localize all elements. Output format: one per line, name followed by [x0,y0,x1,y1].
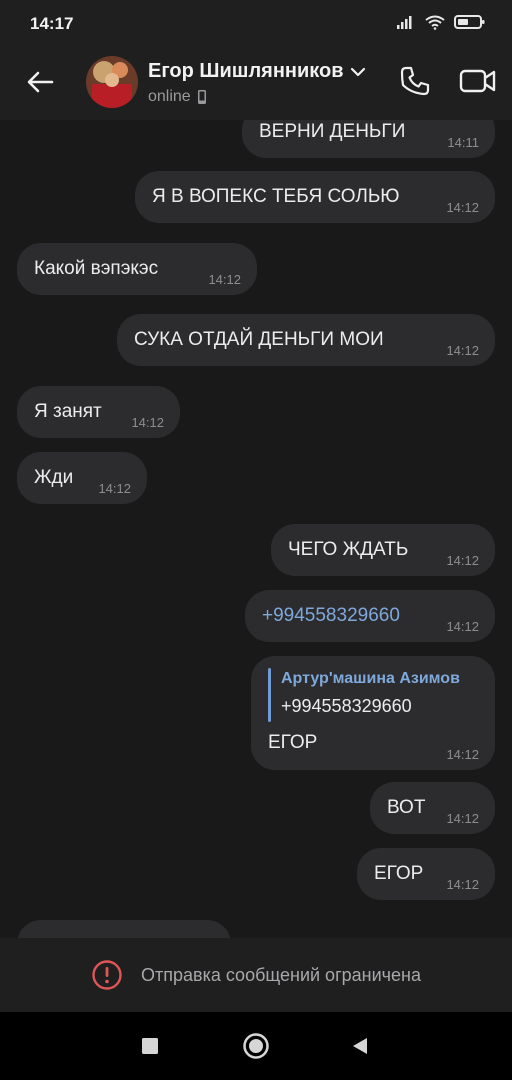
avatar-image [86,56,138,108]
message-incoming[interactable]: Какой вэпэкэс 14:12 [17,243,257,295]
message-text: Жди [34,467,74,488]
recents-button[interactable] [134,1030,166,1062]
message-text: СУКА ОТДАЙ ДЕНЬГИ МОИ [134,329,384,350]
avatar[interactable] [86,56,138,108]
message-outgoing[interactable]: ЕГОР 14:12 [357,848,495,900]
phone-link[interactable]: +994558329660 [262,605,400,627]
message-text: Я занят [34,401,102,422]
back-arrow-icon [27,71,54,93]
home-circle-icon [243,1033,269,1059]
chat-header: Егор Шишлянников online [0,48,512,120]
reply-text: +994558329660 [281,696,412,716]
message-time: 14:12 [446,877,479,892]
message-text: Какой вэпэкэс [34,258,159,279]
message-incoming[interactable]: Жди 14:12 [17,452,147,504]
status-time: 14:17 [30,14,74,33]
message-time: 14:11 [447,135,479,150]
contact-status: online [148,88,207,106]
call-button[interactable] [396,62,434,100]
message-text: ЕГОР [374,863,424,884]
message-outgoing[interactable]: ВЕРНИ ДЕНЬГИ 14:11 [242,120,495,158]
back-triangle-icon [353,1038,367,1054]
reply-author[interactable]: Артур'машина Азимов [281,670,460,688]
message-time: 14:12 [446,553,479,568]
message-outgoing[interactable]: ВОТ 14:12 [370,782,495,834]
signal-icon [396,14,416,35]
wifi-icon [424,14,446,35]
message-time: 14:12 [446,747,479,762]
status-icons [396,14,486,35]
video-call-button[interactable] [456,62,500,100]
message-time: 14:12 [446,811,479,826]
contact-name: Егор Шишлянников [148,60,344,82]
phone-icon [400,66,430,96]
message-outgoing[interactable]: +994558329660 14:12 [245,590,495,642]
restriction-bar: Отправка сообщений ограничена [0,938,512,1012]
message-text: ВОТ [387,797,426,818]
message-time: 14:12 [208,272,241,287]
message-text: ВЕРНИ ДЕНЬГИ [259,121,406,142]
system-back-button[interactable] [344,1030,376,1062]
restriction-text: Отправка сообщений ограничена [141,964,421,985]
recents-square-icon [142,1038,158,1054]
warning-circle-icon [92,960,122,990]
message-time: 14:12 [446,343,479,358]
message-text: ЕГОР [268,732,318,753]
message-outgoing-reply[interactable]: Артур'машина Азимов +994558329660 ЕГОР 1… [251,656,495,770]
message-text: Я В ВОПЕКС ТЕБЯ СОЛЬЮ [152,186,400,207]
home-button[interactable] [240,1030,272,1062]
back-button[interactable] [20,62,60,102]
message-time: 14:12 [446,619,479,634]
contact-name-row[interactable]: Егор Шишлянников [148,60,366,83]
system-nav-bar [0,1012,512,1080]
chevron-down-icon [350,67,365,76]
video-icon [459,69,496,93]
message-time: 14:12 [446,200,479,215]
message-outgoing[interactable]: СУКА ОТДАЙ ДЕНЬГИ МОИ 14:12 [117,314,495,366]
message-outgoing[interactable]: Я В ВОПЕКС ТЕБЯ СОЛЬЮ 14:12 [135,171,495,223]
contact-status-text: online [148,88,191,105]
message-time: 14:12 [98,481,131,496]
message-incoming[interactable]: Я занят 14:12 [17,386,180,438]
mobile-device-icon [197,90,206,104]
message-time: 14:12 [131,415,164,430]
message-incoming-partial[interactable] [17,920,231,938]
battery-icon [454,14,486,35]
message-list[interactable]: ВЕРНИ ДЕНЬГИ 14:11 Я В ВОПЕКС ТЕБЯ СОЛЬЮ… [0,120,512,938]
message-outgoing[interactable]: ЧЕГО ЖДАТЬ 14:12 [271,524,495,576]
status-bar: 14:17 [0,0,512,48]
reply-bar [268,668,271,722]
message-text: ЧЕГО ЖДАТЬ [288,539,409,560]
